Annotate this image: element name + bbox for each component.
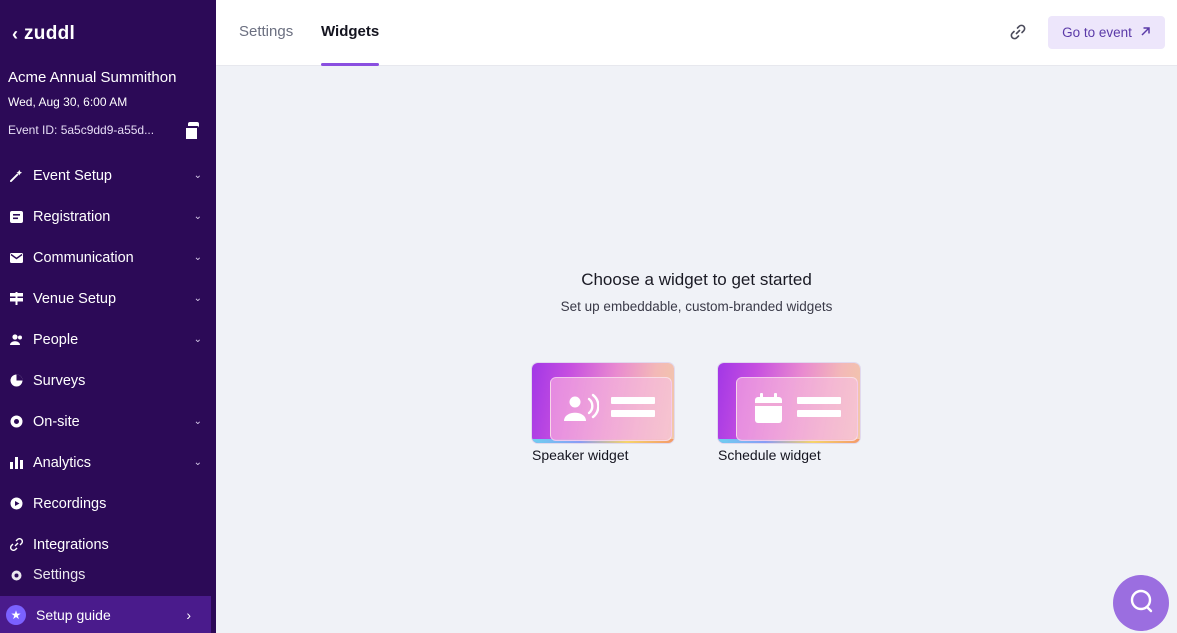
back-to-home-link[interactable]: ‹ zuddl	[12, 22, 75, 46]
signpost-icon	[9, 292, 23, 306]
sidebar-item-label: Surveys	[33, 372, 86, 389]
chevron-down-icon: ⌄	[193, 334, 202, 345]
event-date: Wed, Aug 30, 6:00 AM	[8, 95, 128, 109]
bar-chart-icon	[9, 456, 23, 470]
empty-state-subtitle: Set up embeddable, custom-branded widget…	[560, 299, 833, 314]
event-id: Event ID: 5a5c9dd9-a55d...	[8, 123, 155, 137]
setup-guide-label: Setup guide	[36, 606, 111, 623]
chevron-down-icon: ⌄	[193, 293, 202, 304]
sidebar-item-label: Venue Setup	[33, 290, 117, 307]
chevron-down-icon: ⌄	[193, 252, 202, 263]
sidebar-item-integrations[interactable]: Integrations	[0, 524, 216, 565]
schedule-widget-card[interactable]: Schedule widget	[718, 363, 860, 463]
sidebar-item-label: Integrations	[33, 536, 109, 553]
pie-icon	[9, 374, 23, 388]
sidebar-item-event-setup[interactable]: Event Setup ⌄	[0, 155, 216, 196]
chevron-down-icon: ⌄	[193, 457, 202, 468]
sidebar-item-label: On-site	[33, 413, 80, 430]
speaker-icon	[563, 393, 600, 425]
calendar-icon	[749, 393, 785, 425]
go-to-event-button[interactable]: Go to event	[1048, 16, 1165, 49]
schedule-widget-label: Schedule widget	[718, 447, 821, 463]
speaker-widget-thumbnail	[532, 363, 674, 443]
chevron-left-icon: ‹	[12, 24, 18, 44]
chevron-down-icon: ⌄	[193, 211, 202, 222]
sidebar-item-on-site[interactable]: On-site ⌄	[0, 401, 216, 442]
chat-support-button[interactable]	[1113, 575, 1169, 631]
schedule-widget-thumbnail	[718, 363, 860, 443]
wand-icon	[9, 169, 23, 183]
sidebar-item-label: Communication	[33, 249, 134, 266]
speaker-widget-card[interactable]: Speaker widget	[532, 363, 674, 463]
sidebar-item-label: Analytics	[33, 454, 92, 471]
empty-state-title: Choose a widget to get started	[581, 270, 812, 289]
zuddl-logo: zuddl	[24, 23, 76, 44]
go-to-event-label: Go to event	[1062, 25, 1132, 40]
sidebar-item-settings[interactable]: Settings	[0, 565, 216, 585]
sidebar-item-label: Recordings	[33, 495, 107, 512]
sidebar-item-label: Settings	[33, 567, 86, 583]
people-icon	[9, 333, 23, 347]
event-name: Acme Annual Summithon	[8, 69, 177, 86]
copy-icon[interactable]	[184, 122, 200, 141]
event-id-row: Event ID: 5a5c9dd9-a55d...	[8, 122, 200, 141]
sidebar-item-registration[interactable]: Registration ⌄	[0, 196, 216, 237]
top-header: Settings Widgets Go to event	[216, 0, 1177, 66]
sidebar-item-surveys[interactable]: Surveys	[0, 360, 216, 401]
sidebar-item-venue-setup[interactable]: Venue Setup ⌄	[0, 278, 216, 319]
star-icon: ★	[6, 604, 26, 625]
tab-settings[interactable]: Settings	[239, 0, 293, 66]
sidebar-item-recordings[interactable]: Recordings	[0, 483, 216, 524]
setup-guide-button[interactable]: ★ Setup guide ›	[0, 596, 211, 633]
chevron-down-icon: ⌄	[193, 416, 202, 427]
chat-icon	[1128, 588, 1154, 619]
copy-link-icon[interactable]	[1009, 23, 1027, 41]
thumbnail-panel	[550, 377, 672, 441]
sidebar-item-analytics[interactable]: Analytics ⌄	[0, 442, 216, 483]
sidebar: ‹ zuddl Acme Annual Summithon Wed, Aug 3…	[0, 0, 216, 633]
link-icon	[9, 538, 23, 552]
sidebar-nav: Event Setup ⌄ Registration ⌄ Communicati…	[0, 155, 216, 585]
sidebar-item-label: Registration	[33, 208, 111, 225]
sidebar-item-communication[interactable]: Communication ⌄	[0, 237, 216, 278]
sidebar-item-label: Event Setup	[33, 167, 112, 184]
thumbnail-line	[797, 410, 841, 417]
thumbnail-line	[797, 397, 841, 404]
tab-widgets[interactable]: Widgets	[321, 0, 380, 66]
speaker-widget-label: Speaker widget	[532, 447, 629, 463]
play-icon	[9, 497, 23, 511]
form-icon	[9, 210, 23, 224]
onsite-icon	[9, 415, 23, 429]
sidebar-item-people[interactable]: People ⌄	[0, 319, 216, 360]
thumbnail-panel	[736, 377, 858, 441]
sidebar-item-label: People	[33, 331, 79, 348]
gear-icon	[9, 568, 23, 582]
arrow-up-right-icon	[1140, 25, 1151, 40]
mail-icon	[9, 251, 23, 265]
chevron-right-icon: ›	[186, 606, 191, 623]
chevron-down-icon: ⌄	[193, 170, 202, 181]
thumbnail-line	[611, 410, 655, 417]
thumbnail-line	[611, 397, 655, 404]
